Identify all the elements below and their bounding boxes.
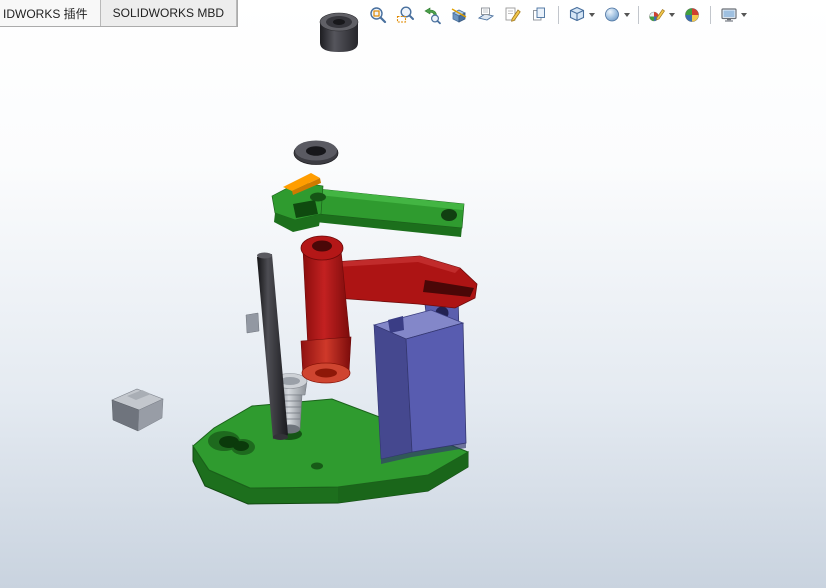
view-settings-icon [721, 8, 737, 22]
part-washer[interactable] [293, 140, 339, 165]
toolbar-group-appearance [645, 4, 704, 26]
part-jaw-block[interactable] [111, 388, 164, 432]
annotations-icon [505, 7, 521, 22]
heads-up-view-toolbar [366, 4, 749, 26]
view-orientation-icon [569, 6, 585, 22]
display-style-button[interactable] [600, 4, 632, 26]
toolbar-separator [638, 6, 639, 24]
section-view-button[interactable] [447, 4, 471, 26]
annotations-button[interactable] [501, 4, 525, 26]
solidworks-window: { "tabs": [ { "label": "IDWORKS 插件" }, {… [0, 0, 826, 588]
toolbar-separator [710, 6, 711, 24]
dropdown-caret[interactable] [589, 13, 595, 17]
zoom-to-fit-icon [370, 7, 387, 24]
dropdown-caret[interactable] [669, 13, 675, 17]
dropdown-caret[interactable] [624, 13, 630, 17]
graphics-area[interactable] [0, 0, 826, 588]
apply-scene-button[interactable] [680, 4, 704, 26]
display-style-icon [605, 7, 619, 22]
toolbar-group-view-tools [366, 4, 552, 26]
copy-settings-icon [533, 7, 545, 21]
previous-view-button[interactable] [420, 4, 444, 26]
zoom-to-area-button[interactable] [393, 4, 417, 26]
part-slide-block[interactable] [372, 288, 467, 464]
part-knob-cap[interactable] [319, 12, 359, 52]
zoom-to-fit-button[interactable] [366, 4, 390, 26]
toolbar-separator [558, 6, 559, 24]
toolbar-group-orientation-display [565, 4, 632, 26]
tab-solidworks-addins[interactable]: IDWORKS 插件 [0, 0, 101, 26]
3d-drawing-view-button[interactable] [474, 4, 498, 26]
copy-settings-button[interactable] [528, 4, 552, 26]
zoom-to-area-icon [396, 6, 414, 23]
view-orientation-button[interactable] [565, 4, 597, 26]
dropdown-caret[interactable] [741, 13, 747, 17]
tab-solidworks-mbd[interactable]: SOLIDWORKS MBD [100, 0, 238, 26]
commandmanager-tabs: IDWORKS 插件 SOLIDWORKS MBD [0, 0, 239, 27]
section-view-icon [451, 8, 467, 23]
view-settings-button[interactable] [717, 4, 749, 26]
previous-view-icon [424, 7, 441, 25]
apply-scene-icon [685, 8, 699, 22]
toolbar-group-settings [717, 4, 749, 26]
3d-drawing-view-icon [477, 7, 495, 21]
edit-appearance-icon [649, 9, 665, 22]
edit-appearance-button[interactable] [645, 4, 677, 26]
part-lever-arm[interactable] [271, 173, 465, 237]
